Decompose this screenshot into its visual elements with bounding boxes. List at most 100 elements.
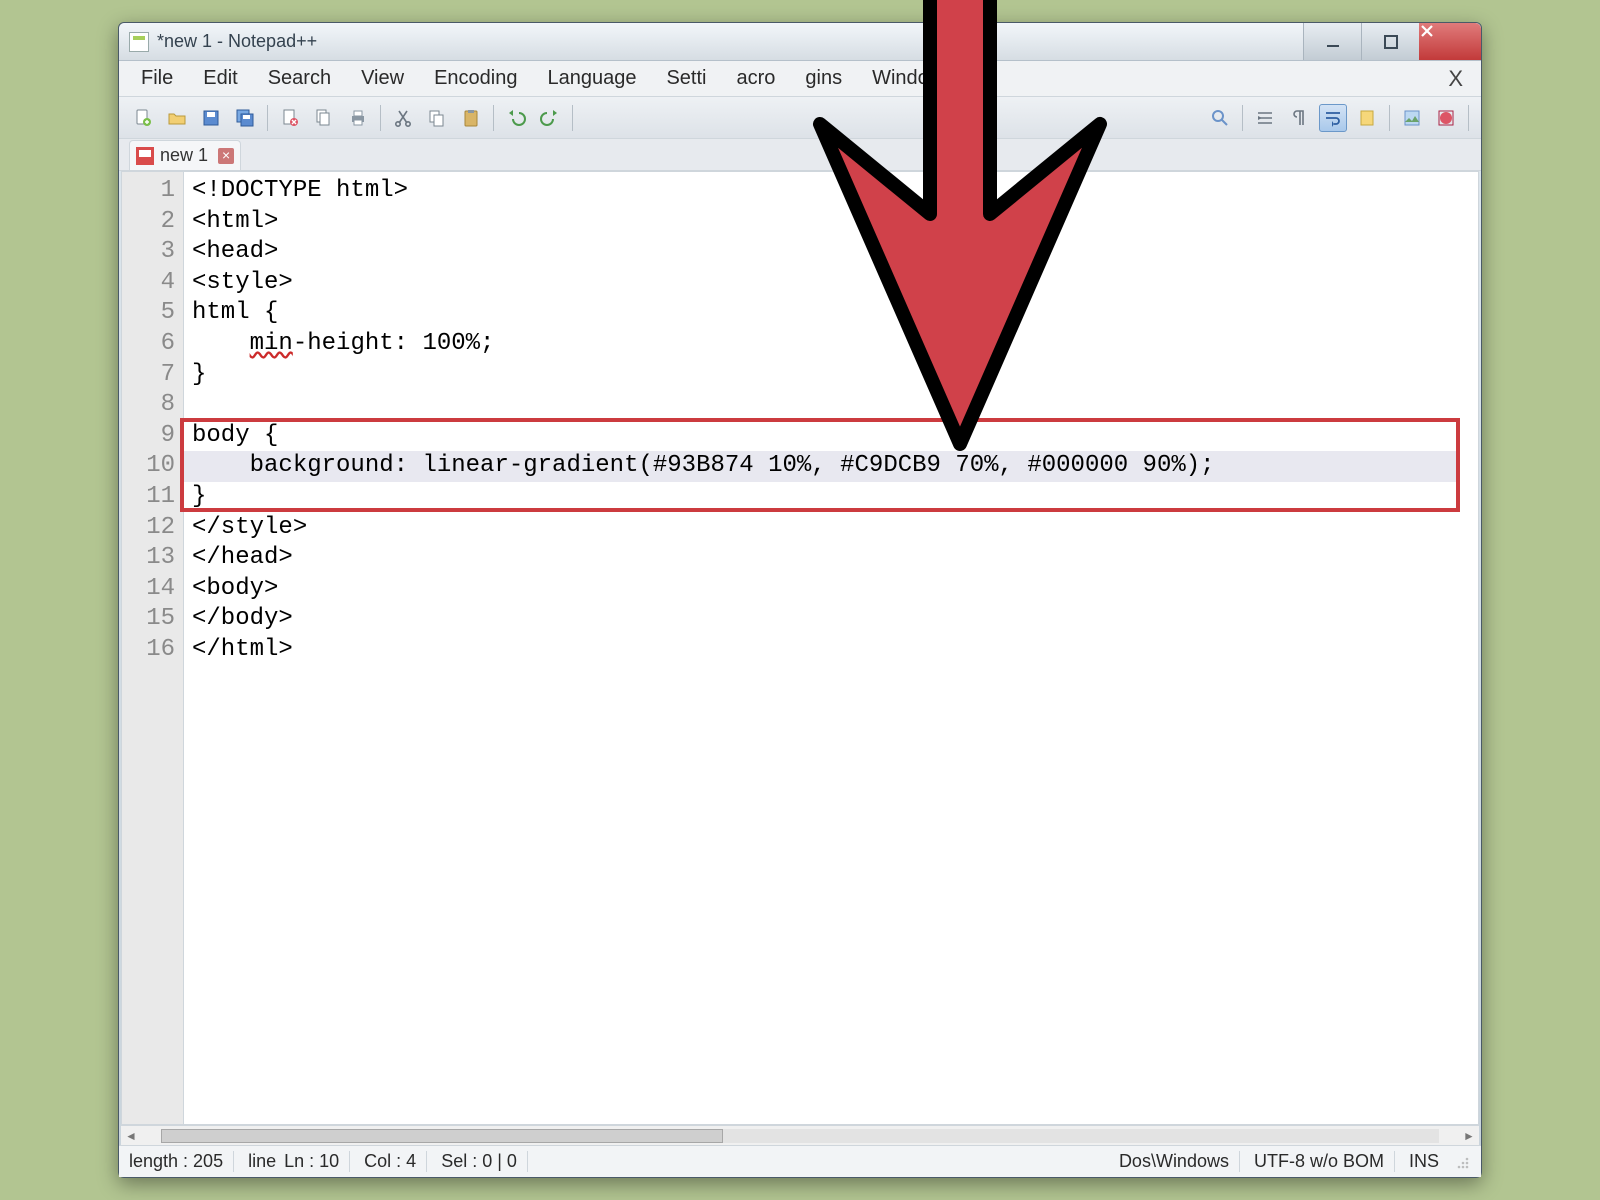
- scissors-icon: [393, 108, 413, 128]
- code-line[interactable]: }: [192, 360, 1478, 391]
- clipboard-icon: [461, 108, 481, 128]
- menu-macro[interactable]: acro: [723, 65, 790, 92]
- window-title: *new 1 - Notepad++: [157, 31, 317, 52]
- function-list-button[interactable]: [1398, 104, 1426, 132]
- status-col: Col : 4: [354, 1151, 427, 1172]
- paste-button[interactable]: [457, 104, 485, 132]
- menu-view[interactable]: View: [347, 65, 418, 92]
- word-wrap-button[interactable]: [1319, 104, 1347, 132]
- code-line[interactable]: </style>: [192, 513, 1478, 544]
- menu-language[interactable]: Language: [533, 65, 650, 92]
- scroll-track[interactable]: [161, 1129, 1439, 1143]
- menu-encoding[interactable]: Encoding: [420, 65, 531, 92]
- undo-button[interactable]: [502, 104, 530, 132]
- code-line[interactable]: html {: [192, 298, 1478, 329]
- menu-edit[interactable]: Edit: [189, 65, 251, 92]
- status-ins[interactable]: INS: [1399, 1151, 1449, 1172]
- scroll-right-arrow-icon[interactable]: ►: [1459, 1129, 1479, 1143]
- record-macro-button[interactable]: [1432, 104, 1460, 132]
- tabbar: new 1 ×: [119, 139, 1481, 171]
- code-line[interactable]: <head>: [192, 237, 1478, 268]
- menubar: File Edit Search View Encoding Language …: [119, 61, 1481, 97]
- code-line[interactable]: <body>: [192, 574, 1478, 605]
- toolbar-separator: [1242, 105, 1243, 131]
- menu-settings[interactable]: Setti: [652, 65, 720, 92]
- redo-button[interactable]: [536, 104, 564, 132]
- zoom-button[interactable]: [1251, 104, 1279, 132]
- tab-close-button[interactable]: ×: [218, 148, 234, 164]
- line-number: 3: [122, 237, 175, 268]
- indent-icon: [1255, 108, 1275, 128]
- menu-search[interactable]: Search: [254, 65, 345, 92]
- toolbar-separator: [1468, 105, 1469, 131]
- page-close-icon: [280, 108, 300, 128]
- show-symbols-button[interactable]: [1285, 104, 1313, 132]
- horizontal-scrollbar[interactable]: ◄ ►: [121, 1125, 1479, 1145]
- line-number-gutter: 12345678910111213141516: [122, 172, 184, 1124]
- code-line[interactable]: min-height: 100%;: [192, 329, 1478, 360]
- menu-file[interactable]: File: [127, 65, 187, 92]
- minimize-button[interactable]: [1303, 23, 1361, 60]
- user-lang-button[interactable]: [1353, 104, 1381, 132]
- cut-button[interactable]: [389, 104, 417, 132]
- titlebar[interactable]: *new 1 - Notepad++: [119, 23, 1481, 61]
- code-line[interactable]: [192, 390, 1478, 421]
- line-number: 8: [122, 390, 175, 421]
- code-line[interactable]: }: [192, 482, 1478, 513]
- status-ln: Ln : 10: [282, 1151, 350, 1172]
- code-area[interactable]: <!DOCTYPE html><html><head><style>html {…: [184, 172, 1478, 1124]
- line-number: 6: [122, 329, 175, 360]
- open-file-button[interactable]: [163, 104, 191, 132]
- code-line[interactable]: </head>: [192, 543, 1478, 574]
- app-icon: [129, 32, 149, 52]
- statusbar: length : 205 line Ln : 10 Col : 4 Sel : …: [119, 1145, 1481, 1177]
- close-document-button[interactable]: X: [1448, 66, 1473, 92]
- toolbar: [119, 97, 1481, 139]
- scroll-thumb[interactable]: [161, 1129, 723, 1143]
- scroll-left-arrow-icon[interactable]: ◄: [121, 1129, 141, 1143]
- code-line[interactable]: <html>: [192, 207, 1478, 238]
- status-sel: Sel : 0 | 0: [431, 1151, 528, 1172]
- line-number: 11: [122, 482, 175, 513]
- line-number: 7: [122, 360, 175, 391]
- status-eol[interactable]: Dos\Windows: [1109, 1151, 1240, 1172]
- copy-button[interactable]: [423, 104, 451, 132]
- minimize-icon: [1325, 34, 1341, 50]
- close-button[interactable]: [1419, 23, 1481, 60]
- line-number: 2: [122, 207, 175, 238]
- line-number: 9: [122, 421, 175, 452]
- resize-grip-icon[interactable]: [1453, 1153, 1471, 1171]
- new-file-icon: [133, 108, 153, 128]
- save-button[interactable]: [197, 104, 225, 132]
- save-all-button[interactable]: [231, 104, 259, 132]
- find-button[interactable]: [1206, 104, 1234, 132]
- code-editor[interactable]: 12345678910111213141516 <!DOCTYPE html><…: [121, 171, 1479, 1125]
- code-line[interactable]: </html>: [192, 635, 1478, 666]
- print-button[interactable]: [344, 104, 372, 132]
- code-line[interactable]: <style>: [192, 268, 1478, 299]
- copy-icon: [427, 108, 447, 128]
- menu-help[interactable]: ?: [959, 65, 998, 92]
- wrap-icon: [1323, 108, 1343, 128]
- pages-close-icon: [314, 108, 334, 128]
- tab-label: new 1: [160, 145, 208, 166]
- document-icon: [1357, 108, 1377, 128]
- maximize-button[interactable]: [1361, 23, 1419, 60]
- code-line[interactable]: background: linear-gradient(#93B874 10%,…: [192, 451, 1478, 482]
- toolbar-separator: [493, 105, 494, 131]
- tab-new-1[interactable]: new 1 ×: [129, 140, 241, 170]
- printer-icon: [348, 108, 368, 128]
- code-line[interactable]: </body>: [192, 604, 1478, 635]
- close-all-button[interactable]: [310, 104, 338, 132]
- status-line-abbrev: line: [238, 1151, 278, 1172]
- code-line[interactable]: <!DOCTYPE html>: [192, 176, 1478, 207]
- close-file-button[interactable]: [276, 104, 304, 132]
- undo-icon: [506, 108, 526, 128]
- line-number: 12: [122, 513, 175, 544]
- menu-window[interactable]: Window: [858, 65, 957, 92]
- status-encoding[interactable]: UTF-8 w/o BOM: [1244, 1151, 1395, 1172]
- menu-plugins[interactable]: gins: [791, 65, 856, 92]
- status-length: length : 205: [129, 1151, 234, 1172]
- code-line[interactable]: body {: [192, 421, 1478, 452]
- new-file-button[interactable]: [129, 104, 157, 132]
